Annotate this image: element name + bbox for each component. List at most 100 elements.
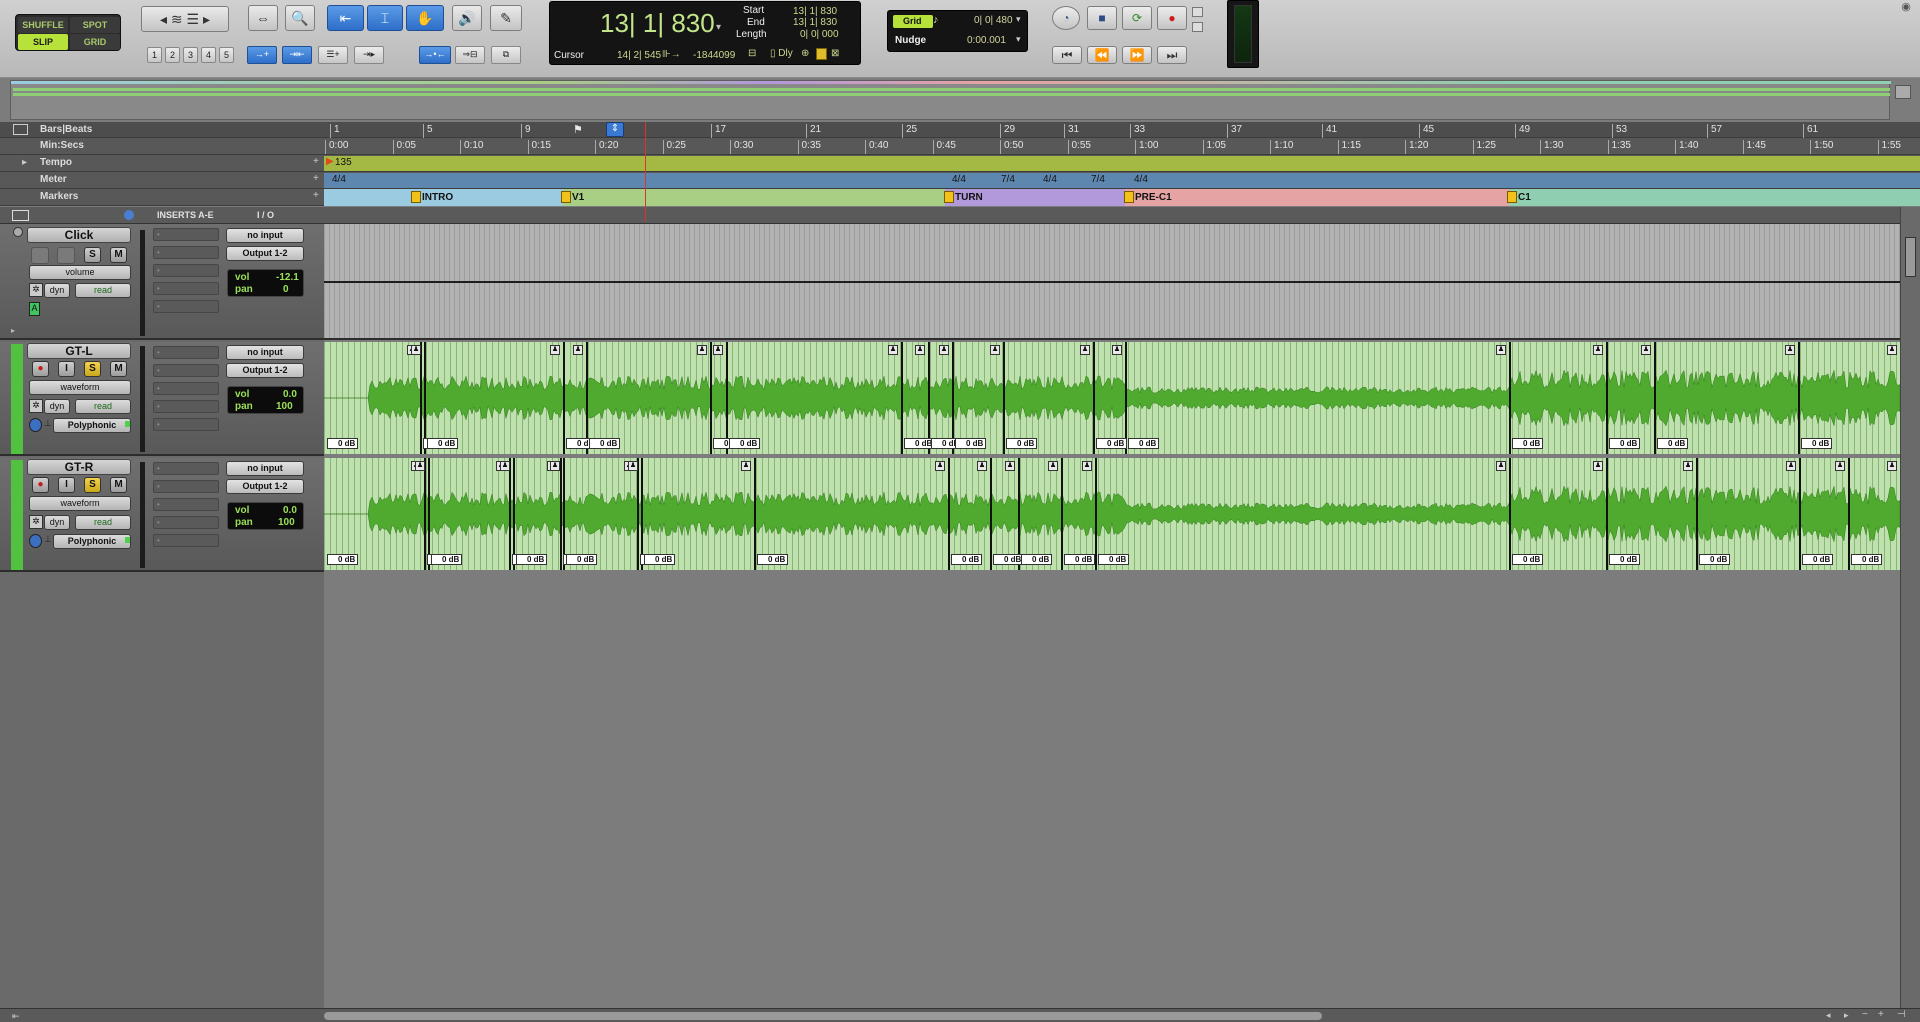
tempo-value[interactable]: 135 bbox=[335, 157, 352, 168]
track-name[interactable]: GT-R bbox=[27, 459, 131, 475]
tab-to-transient-button[interactable]: →+ bbox=[247, 46, 277, 64]
clip-fade-icon[interactable]: ♟ bbox=[935, 461, 945, 471]
insert-slot[interactable]: • bbox=[153, 516, 219, 529]
elastic-mode-selector[interactable]: Polyphonic bbox=[53, 534, 131, 549]
clip-fade-icon[interactable]: ♟ bbox=[500, 461, 510, 471]
zoom-preset-2[interactable]: 2 bbox=[165, 47, 180, 63]
clip-boundary[interactable] bbox=[710, 342, 712, 454]
nudge-value[interactable]: 0:00.001 bbox=[967, 35, 1006, 46]
stop-button[interactable]: ■ bbox=[1087, 6, 1117, 30]
track-view-selector[interactable]: volume bbox=[29, 265, 131, 280]
record-enable-button[interactable]: ● bbox=[32, 361, 49, 377]
automation-mode-selector[interactable]: read bbox=[75, 283, 131, 298]
mute-button[interactable]: M bbox=[110, 361, 127, 377]
clip-boundary[interactable] bbox=[1061, 458, 1063, 570]
click-track-lane[interactable] bbox=[324, 224, 1900, 340]
track-list-icon[interactable] bbox=[12, 210, 29, 221]
zoom-tool-button[interactable]: 🔍 bbox=[285, 5, 315, 31]
volume-automation-line[interactable] bbox=[324, 281, 1900, 283]
gear-icon[interactable]: ✲ bbox=[29, 515, 43, 529]
pan-value[interactable]: 100 bbox=[278, 517, 295, 528]
clip-fade-icon[interactable]: ♟ bbox=[1887, 461, 1897, 471]
insert-slot[interactable]: • bbox=[153, 300, 219, 313]
automation-mode-selector[interactable]: read bbox=[75, 399, 131, 414]
track-select-icon[interactable] bbox=[13, 227, 23, 237]
clip-fade-icon[interactable]: ♟ bbox=[628, 461, 638, 471]
clip-gain-label[interactable]: 0 dB bbox=[951, 554, 983, 565]
scrubber-tool-button[interactable]: 🔊 bbox=[452, 5, 482, 31]
output-selector[interactable]: Output 1-2 bbox=[226, 479, 304, 494]
clip-fade-icon[interactable]: ♟ bbox=[939, 345, 949, 355]
solo-button[interactable]: S bbox=[84, 361, 101, 377]
clip-boundary[interactable] bbox=[1093, 342, 1095, 454]
clip-fade-icon[interactable]: ♟ bbox=[977, 461, 987, 471]
track-view-selector[interactable]: waveform bbox=[29, 380, 131, 395]
markers-ruler[interactable]: Markers + INTRO V1 TURN PRE-C1 C1 bbox=[0, 189, 1920, 206]
clip-gain-label[interactable]: 0 dB bbox=[644, 554, 676, 565]
window-collapse-icon[interactable]: ◉ bbox=[1898, 0, 1914, 14]
clip-fade-icon[interactable]: ♟ bbox=[550, 345, 560, 355]
transport-collapse-icon[interactable] bbox=[1192, 22, 1203, 32]
clip-fade-icon[interactable]: ♟ bbox=[697, 345, 707, 355]
clip-boundary[interactable] bbox=[560, 458, 562, 570]
ruler-view-icon[interactable] bbox=[13, 124, 28, 135]
tempo-marker-icon[interactable]: ▶ bbox=[326, 156, 334, 167]
grabber-tool-button[interactable]: ✋ bbox=[406, 5, 444, 31]
clip-boundary[interactable] bbox=[1509, 342, 1511, 454]
clip-fade-icon[interactable]: ♟ bbox=[1496, 345, 1506, 355]
clip-fade-icon[interactable]: ♟ bbox=[1112, 345, 1122, 355]
meter-event[interactable]: 4/4 bbox=[1134, 174, 1148, 185]
clip-gain-label[interactable]: 0 dB bbox=[1609, 554, 1641, 565]
clip-gain-label[interactable]: 0 dB bbox=[589, 438, 621, 449]
clip-fade-icon[interactable]: ♟ bbox=[1641, 345, 1651, 355]
keyboard-focus-button[interactable]: →•← bbox=[419, 46, 451, 64]
clip-gain-label[interactable]: 0 dB bbox=[729, 438, 761, 449]
pan-value[interactable]: 100 bbox=[276, 401, 293, 412]
insert-slot[interactable]: • bbox=[153, 364, 219, 377]
rewind-button[interactable]: ⏪ bbox=[1087, 46, 1117, 64]
scroll-right-icon[interactable]: ▸ bbox=[1844, 1010, 1849, 1021]
link-timeline-button[interactable]: ⇒⊟ bbox=[455, 46, 485, 64]
scroll-left-icon[interactable]: ◂ bbox=[1826, 1010, 1831, 1021]
zoom-controls[interactable]: ◂ ≋ ☰ ▸ bbox=[141, 6, 229, 32]
solo-button[interactable]: S bbox=[84, 247, 101, 263]
clip-fade-icon[interactable]: ♟ bbox=[1496, 461, 1506, 471]
meter-event[interactable]: 7/4 bbox=[1091, 174, 1105, 185]
clip-fade-icon[interactable]: ♟ bbox=[1082, 461, 1092, 471]
zoom-preset-4[interactable]: 4 bbox=[201, 47, 216, 63]
clip-fade-icon[interactable]: ♟ bbox=[1048, 461, 1058, 471]
clip-boundary[interactable] bbox=[754, 458, 756, 570]
automation-mode-selector[interactable]: read bbox=[75, 515, 131, 530]
dyn-button[interactable]: dyn bbox=[44, 515, 70, 530]
fit-icon[interactable]: ⊣ bbox=[1897, 1009, 1906, 1020]
nudge-dropdown-icon[interactable]: ▾ bbox=[1016, 34, 1021, 45]
dyn-button[interactable]: dyn bbox=[44, 399, 70, 414]
merge-icon[interactable]: ⊠ bbox=[831, 48, 839, 59]
gt-l-track-lane[interactable]: 0 dB ♟ 0 dB ♟ 0 dB ♟ 0 dB ♟ 0 dB ♟ 0 dB ♟ 0 dB ♟ 0 dB ♟… bbox=[324, 342, 1900, 454]
bars-beats-ruler[interactable]: Bars|Beats 1 5 9 17 21 25 29 31 33 37 41 45 49 53 57 61… bbox=[0, 122, 1920, 138]
clip-gain-label[interactable]: 0 dB bbox=[1021, 554, 1053, 565]
zoom-out-icon[interactable]: ◂ bbox=[160, 11, 167, 27]
pencil-tool-button[interactable]: ✎ bbox=[490, 5, 522, 31]
clip-fade-icon[interactable]: ♟ bbox=[1887, 345, 1897, 355]
clip-gain-label[interactable]: 0 dB bbox=[757, 554, 789, 565]
clip-gain-label[interactable]: 0 dB bbox=[1096, 438, 1128, 449]
insert-slot[interactable]: • bbox=[153, 418, 219, 431]
click-track-header[interactable]: ▸ Click S M volume ✲ dyn read A • • • • … bbox=[0, 224, 324, 340]
grid-value[interactable]: 0| 0| 480 bbox=[974, 15, 1013, 26]
vertical-scrollbar[interactable] bbox=[1900, 207, 1920, 1008]
output-selector[interactable]: Output 1-2 bbox=[226, 363, 304, 378]
fast-forward-button[interactable]: ⏩ bbox=[1122, 46, 1152, 64]
transport-expand-icon[interactable] bbox=[1192, 7, 1203, 17]
clip-boundary[interactable] bbox=[1606, 458, 1608, 570]
clip-gain-label[interactable]: 0 dB bbox=[431, 554, 463, 565]
insert-slot[interactable]: • bbox=[153, 480, 219, 493]
output-selector[interactable]: Output 1-2 bbox=[226, 246, 304, 261]
link-track-edit-button[interactable]: ☰+ bbox=[318, 46, 348, 64]
clip-gain-label[interactable]: 0 dB bbox=[1128, 438, 1160, 449]
insert-slot[interactable]: • bbox=[153, 246, 219, 259]
track-height-slider[interactable] bbox=[1905, 237, 1916, 277]
record-enable-button[interactable]: ● bbox=[32, 477, 49, 493]
clip-gain-label[interactable]: 0 dB bbox=[516, 554, 548, 565]
trim-tool-button[interactable]: ⇤ bbox=[327, 5, 364, 31]
